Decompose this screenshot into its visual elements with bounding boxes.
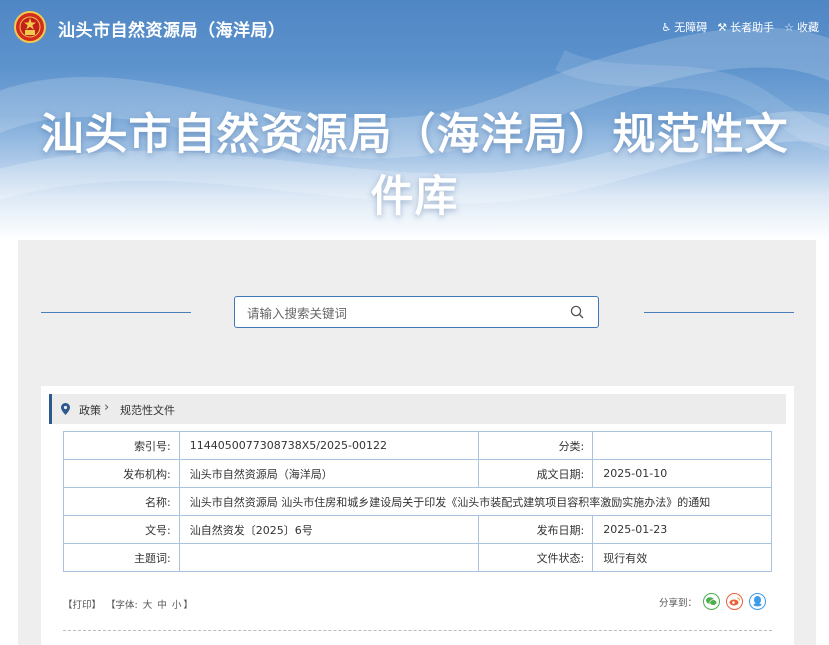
top-bar: 汕头市自然资源局（海洋局） ♿ 无障碍 ⚒ 长者助手 ☆ 收藏 bbox=[0, 0, 829, 56]
font-size-prefix: 【字体: bbox=[106, 600, 138, 611]
elder-assist-icon: ⚒ bbox=[717, 20, 728, 34]
accessibility-label: 无障碍 bbox=[674, 21, 708, 34]
weibo-icon bbox=[729, 597, 741, 606]
search-box bbox=[234, 296, 599, 328]
title-value: 汕头市自然资源局 汕头市住房和城乡建设局关于印发《汕头市装配式建筑项目容积率激励… bbox=[178, 487, 773, 516]
site-title[interactable]: 汕头市自然资源局（海洋局） bbox=[58, 16, 286, 41]
table-row: 文号: 汕自然资发〔2025〕6号 发布日期: 2025-01-23 bbox=[63, 515, 772, 544]
share-bar: 分享到： bbox=[659, 593, 767, 610]
index-number-label: 索引号: bbox=[63, 431, 180, 460]
accessibility-button[interactable]: ♿ 无障碍 bbox=[661, 19, 707, 35]
keywords-label: 主题词: bbox=[63, 543, 180, 572]
qq-icon bbox=[753, 596, 762, 607]
breadcrumb-item-normative[interactable]: 规范性文件 bbox=[120, 402, 175, 418]
favorite-button[interactable]: ☆ 收藏 bbox=[784, 19, 819, 35]
table-row: 主题词: 文件状态: 现行有效 bbox=[63, 543, 772, 572]
chevron-right-icon: › bbox=[104, 400, 110, 415]
status-value: 现行有效 bbox=[592, 543, 772, 572]
document-panel: 政策 › 规范性文件 索引号: 1144050077308738X5/2025-… bbox=[41, 386, 794, 645]
print-button[interactable]: 【打印】 bbox=[63, 600, 101, 611]
elder-assist-label: 长者助手 bbox=[730, 21, 775, 34]
accessibility-icon: ♿ bbox=[661, 20, 672, 34]
search-input[interactable] bbox=[245, 303, 569, 323]
publish-date-value: 2025-01-23 bbox=[592, 515, 772, 544]
written-date-value: 2025-01-10 bbox=[592, 459, 772, 488]
table-row: 发布机构: 汕头市自然资源局（海洋局） 成文日期: 2025-01-10 bbox=[63, 459, 772, 488]
breadcrumb-item-policy[interactable]: 政策 bbox=[79, 402, 101, 418]
banner-title: 汕头市自然资源局（海洋局）规范性文件库 bbox=[40, 110, 789, 222]
national-emblem-icon[interactable] bbox=[14, 11, 46, 43]
table-row: 索引号: 1144050077308738X5/2025-00122 分类: bbox=[63, 431, 772, 460]
divider-left bbox=[41, 312, 191, 313]
font-small-button[interactable]: 小 bbox=[172, 600, 182, 611]
publisher-label: 发布机构: bbox=[63, 459, 180, 488]
keywords-value bbox=[178, 543, 480, 572]
main-area: 政策 › 规范性文件 索引号: 1144050077308738X5/2025-… bbox=[18, 240, 816, 645]
document-actions: 【打印】 【字体: 大 中 小】 bbox=[63, 597, 195, 611]
font-medium-button[interactable]: 中 bbox=[157, 600, 167, 611]
font-size-suffix: 】 bbox=[183, 600, 193, 611]
doc-number-value: 汕自然资发〔2025〕6号 bbox=[178, 515, 480, 544]
publisher-value: 汕头市自然资源局（海洋局） bbox=[178, 459, 480, 488]
location-pin-icon bbox=[61, 403, 70, 415]
divider-right bbox=[644, 312, 794, 313]
share-label: 分享到： bbox=[659, 597, 698, 609]
font-large-button[interactable]: 大 bbox=[143, 600, 153, 611]
publish-date-label: 发布日期: bbox=[478, 515, 594, 544]
status-label: 文件状态: bbox=[478, 543, 594, 572]
toolbar: ♿ 无障碍 ⚒ 长者助手 ☆ 收藏 bbox=[661, 19, 819, 35]
qq-share-button[interactable] bbox=[749, 593, 767, 610]
favorite-label: 收藏 bbox=[797, 21, 819, 34]
document-info-table: 索引号: 1144050077308738X5/2025-00122 分类: 发… bbox=[63, 431, 773, 572]
header-banner: 汕头市自然资源局（海洋局） ♿ 无障碍 ⚒ 长者助手 ☆ 收藏 汕头市自然资源局… bbox=[0, 0, 829, 240]
dashed-divider bbox=[63, 630, 772, 631]
written-date-label: 成文日期: bbox=[478, 459, 594, 488]
table-row: 名称: 汕头市自然资源局 汕头市住房和城乡建设局关于印发《汕头市装配式建筑项目容… bbox=[63, 487, 773, 516]
doc-number-label: 文号: bbox=[63, 515, 180, 544]
index-number-value: 1144050077308738X5/2025-00122 bbox=[178, 431, 480, 460]
star-icon: ☆ bbox=[784, 20, 794, 34]
wechat-share-button[interactable] bbox=[703, 593, 721, 610]
title-label: 名称: bbox=[63, 487, 180, 516]
wechat-icon bbox=[706, 597, 718, 606]
category-value bbox=[592, 431, 772, 460]
search-icon[interactable] bbox=[570, 305, 584, 319]
elder-assist-button[interactable]: ⚒ 长者助手 bbox=[717, 19, 774, 35]
category-label: 分类: bbox=[478, 431, 594, 460]
weibo-share-button[interactable] bbox=[726, 593, 744, 610]
breadcrumb: 政策 › 规范性文件 bbox=[49, 394, 786, 424]
